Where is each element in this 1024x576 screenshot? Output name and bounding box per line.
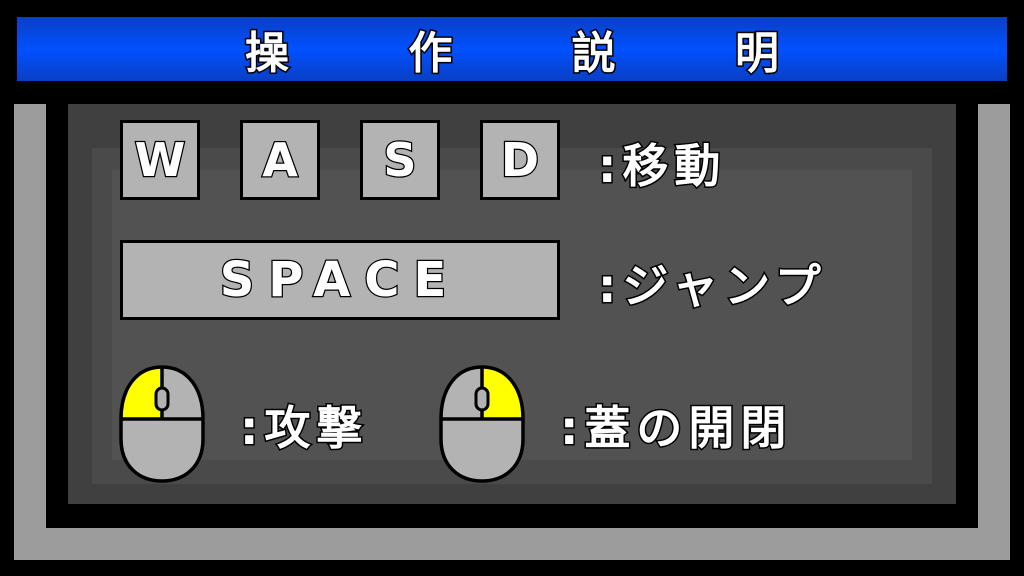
key-s: S [360, 120, 440, 200]
title-bar: 操 作 説 明 [14, 14, 1010, 84]
page-title: 操 作 説 明 [244, 27, 831, 81]
key-space: SPACE [120, 240, 560, 320]
key-a: A [240, 120, 320, 200]
lid-label: :蓋の開閉 [558, 400, 793, 457]
mouse-left-click-icon [119, 365, 205, 483]
attack-label: :攻撃 [238, 400, 369, 457]
key-d: D [480, 120, 560, 200]
mouse-right-click-icon [439, 365, 525, 483]
move-label: :移動 [596, 138, 727, 195]
jump-label: :ジャンプ [597, 258, 827, 315]
key-w: W [120, 120, 200, 200]
